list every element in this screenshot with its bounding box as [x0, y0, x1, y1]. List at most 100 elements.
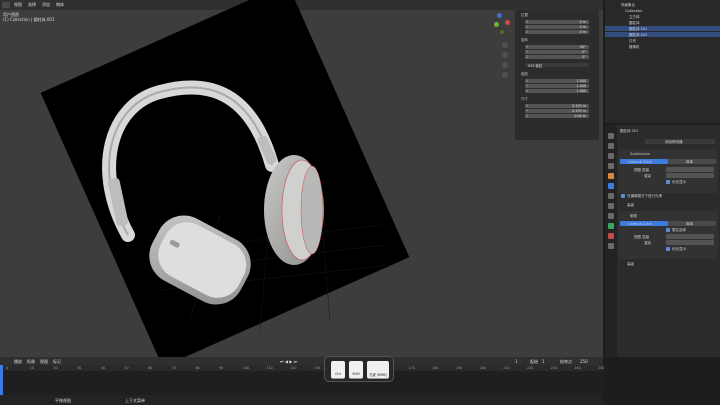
limit-selection-checkbox[interactable] — [666, 228, 670, 232]
outliner-row-selected[interactable]: 圆柱体.002 — [605, 32, 720, 37]
zoom-icon[interactable] — [502, 42, 508, 48]
start-frame-field[interactable]: 1 — [542, 359, 545, 364]
optimal-display-checkbox[interactable] — [666, 180, 670, 184]
add-modifier-button[interactable]: 添加修改器 — [645, 139, 715, 144]
render-levels-label: 渲染 — [644, 241, 651, 245]
output-tab-icon[interactable] — [608, 153, 614, 159]
scale-y-field[interactable]: Y 1.000 — [525, 84, 589, 88]
timeline-tick-label: 30 — [77, 365, 82, 370]
properties-context: 圆柱体.001 — [620, 129, 639, 133]
current-frame-field[interactable]: 1 — [515, 359, 518, 364]
outliner-row[interactable]: 圆柱体 — [605, 20, 720, 25]
timeline-tick-label: 100 — [242, 365, 250, 370]
camera-view-icon[interactable] — [502, 62, 508, 68]
rotation-title: 旋转 — [521, 38, 528, 42]
playback-controls-icon[interactable]: ⏮ ◀ ▶ ⏭ — [280, 359, 297, 364]
timeline-tick-label: 180 — [432, 365, 439, 370]
timeline-tick-label: 40 — [100, 365, 105, 370]
timeline-body[interactable] — [0, 371, 603, 395]
viewport-levels-field[interactable] — [666, 167, 714, 172]
optimal-display-checkbox[interactable] — [666, 247, 670, 251]
gizmo-neg-y-icon[interactable] — [500, 30, 504, 34]
timeline-tick-label: 90 — [219, 365, 224, 370]
right-bottom-strip — [605, 357, 720, 405]
scene-tab-icon[interactable] — [608, 163, 614, 169]
rotation-x-field[interactable]: X 90° — [525, 45, 589, 49]
dimension-x-field[interactable]: X 0.193 m — [525, 104, 589, 108]
timeline-tick-label: 0 — [6, 365, 9, 370]
outliner-row[interactable]: 立方体 — [605, 14, 720, 19]
ortho-grid-icon[interactable] — [502, 72, 508, 78]
modifier-subdivision-panel: Subdivision Catmull-Clark 简单 视图 层级 渲染 优化… — [618, 149, 718, 193]
outliner-row[interactable]: Collection — [605, 8, 720, 13]
catmull-clark-toggle[interactable]: Catmull-Clark — [620, 221, 668, 226]
scale-x-field[interactable]: X 1.000 — [525, 79, 589, 83]
limit-selection-label: 限定选择 — [672, 228, 686, 232]
timeline-tick-label: 210 — [503, 365, 510, 370]
outliner: 场景集合 Collection 立方体 圆柱体 圆柱体.001 圆柱体.002 … — [605, 0, 720, 123]
material-tab-icon[interactable] — [608, 233, 614, 239]
end-frame-field[interactable]: 250 — [580, 359, 588, 364]
texture-tab-icon[interactable] — [608, 243, 614, 249]
timeline-tick-label: 170 — [408, 365, 415, 370]
timeline-tick-label: 10 — [29, 365, 34, 370]
key-press-overlay: Ctrl Shift 右键 (RMB) — [324, 356, 394, 382]
advanced-section[interactable]: 高级 — [627, 262, 634, 267]
viewport-levels-field[interactable] — [666, 234, 714, 239]
location-y-field[interactable]: Y0 m — [525, 25, 589, 29]
modifier-name[interactable]: 倒角 — [630, 214, 637, 219]
particles-tab-icon[interactable] — [608, 193, 614, 199]
catmull-clark-toggle[interactable]: Catmull-Clark — [620, 159, 668, 164]
edit-mode-smooth-checkbox[interactable] — [621, 194, 625, 198]
scale-z-field[interactable]: Z 1.000 — [525, 89, 589, 93]
tool-tab-icon[interactable] — [608, 133, 614, 139]
optimal-display-label: 优化显示 — [672, 180, 686, 184]
timeline-tick-label: 60 — [148, 365, 153, 370]
simple-toggle[interactable]: 简单 — [668, 221, 716, 226]
modifier-name[interactable]: Subdivision — [630, 152, 650, 156]
location-z-field[interactable]: Z0 m — [525, 30, 589, 34]
gizmo-x-icon[interactable] — [505, 20, 510, 25]
outliner-row[interactable]: 场景集合 — [605, 2, 720, 7]
rotation-z-field[interactable]: Z 0° — [525, 55, 589, 59]
constraints-tab-icon[interactable] — [608, 213, 614, 219]
outliner-row[interactable]: 灯光 — [605, 38, 720, 43]
timeline-tick-label: 130 — [313, 365, 321, 370]
headphones-model[interactable] — [0, 0, 603, 357]
dimension-y-field[interactable]: Y 0.193 m — [525, 109, 589, 113]
object-tab-icon[interactable] — [608, 173, 614, 179]
simple-toggle[interactable]: 简单 — [668, 159, 716, 164]
render-levels-field[interactable] — [666, 173, 714, 178]
status-pan-view: 平移视图 — [55, 398, 71, 403]
location-x-field[interactable]: X0 m — [525, 20, 589, 24]
timeline-tick-label: 120 — [290, 365, 297, 370]
rotation-y-field[interactable]: Y 0° — [525, 50, 589, 54]
properties-tab-bar — [605, 125, 617, 357]
timeline-tick-label: 220 — [526, 365, 534, 370]
gizmo-y-icon[interactable] — [494, 22, 499, 27]
timeline-tick-label: 80 — [195, 365, 200, 370]
advanced-section[interactable]: 高级 — [627, 203, 634, 208]
rotation-mode-select[interactable]: XYZ 欧拉 — [525, 63, 589, 68]
3d-viewport[interactable]: 视图 选择 添加 物体 用户透视 (1) Collection | 圆柱体.00… — [0, 0, 603, 357]
key-shift: Shift — [349, 361, 363, 378]
modifier-tab-icon[interactable] — [608, 183, 614, 189]
timeline-tick-label: 50 — [124, 365, 129, 370]
render-tab-icon[interactable] — [608, 143, 614, 149]
render-levels-label: 渲染 — [644, 174, 651, 178]
dimension-z-field[interactable]: Z 0.04 m — [525, 114, 589, 118]
gizmo-z-icon[interactable] — [497, 13, 502, 18]
modifier-bevel-panel: 倒角 Catmull-Clark 简单 限定选择 视图 层级 渲染 优化显示 — [618, 211, 718, 259]
render-levels-field[interactable] — [666, 240, 714, 245]
timeline-tick-label: 20 — [53, 365, 58, 370]
outliner-row-selected[interactable]: 圆柱体.001 — [605, 26, 720, 31]
pan-hand-icon[interactable] — [502, 52, 508, 58]
physics-tab-icon[interactable] — [608, 203, 614, 209]
data-tab-icon[interactable] — [608, 223, 614, 229]
timeline-tick-label: 70 — [171, 365, 176, 370]
timeline-tick-label: 240 — [574, 365, 581, 370]
outliner-row[interactable]: 摄像机 — [605, 44, 720, 49]
sidebar-transform-panel: 位置 X0 m Y0 m Z0 m 旋转 X 90° Y 0° Z 0° XYZ 欧拉… — [515, 10, 599, 140]
timeline-tick-label: 110 — [266, 365, 273, 370]
key-ctrl: Ctrl — [331, 361, 345, 378]
